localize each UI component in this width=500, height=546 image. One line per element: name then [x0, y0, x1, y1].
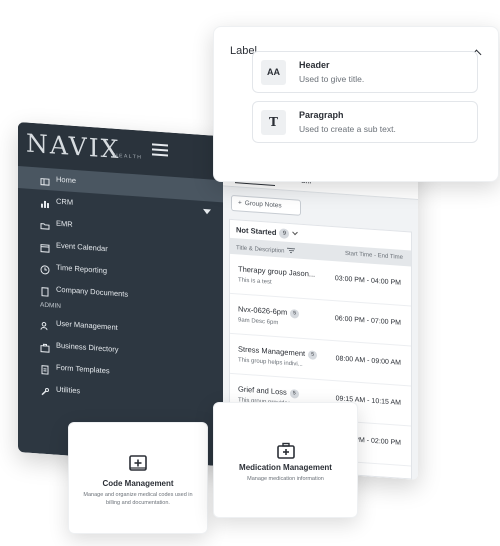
- label-option-header[interactable]: AA Header Used to give title.: [252, 51, 478, 93]
- folder-icon: [40, 218, 50, 230]
- code-management-card[interactable]: Code Management Manage and organize medi…: [68, 422, 208, 534]
- option-title: Header: [299, 60, 330, 70]
- document-icon: [40, 284, 50, 297]
- sidebar-item-label: Home: [56, 174, 77, 186]
- navix-logo: NAVIX: [26, 128, 121, 165]
- row-title: Therapy group Jason...: [238, 264, 316, 279]
- add-group-notes-label: Group Notes: [244, 199, 282, 210]
- row-title: Grief and Loss 5: [238, 384, 299, 399]
- add-group-notes-button[interactable]: + Group Notes: [231, 194, 301, 216]
- label-option-paragraph[interactable]: T Paragraph Used to create a sub text.: [252, 101, 478, 143]
- feature-title: Code Management: [102, 479, 174, 488]
- bar-chart-icon: [40, 196, 50, 209]
- member-count-badge: 5: [308, 350, 318, 360]
- briefcase-icon: [40, 340, 50, 353]
- sidebar: NAVIX HEALTH Home CRM EMR Event Calendar: [18, 122, 223, 467]
- sidebar-item-label: CRM: [56, 196, 74, 207]
- label-dropdown: Label AA Header Used to give title. T Pa…: [213, 26, 499, 182]
- option-title: Paragraph: [299, 110, 344, 120]
- feature-description: Manage medication information: [247, 476, 324, 482]
- sidebar-nav: Home CRM EMR Event Calendar Time Reporti…: [18, 166, 223, 412]
- code-book-icon: [128, 453, 148, 478]
- users-icon: [40, 318, 50, 331]
- plus-icon: +: [238, 199, 242, 207]
- row-time: 06:00 PM - 07:00 PM: [334, 315, 401, 327]
- row-title-text: Grief and Loss: [238, 384, 287, 397]
- filter-icon[interactable]: [287, 247, 296, 255]
- chevron-down-icon[interactable]: [203, 208, 211, 215]
- option-description: Used to create a sub text.: [299, 124, 396, 134]
- clock-icon: [40, 262, 50, 275]
- panel-title-text: Not Started: [236, 225, 277, 238]
- column-title-description[interactable]: Title & Description: [236, 243, 296, 255]
- row-description: This group helps indivi...: [238, 357, 303, 368]
- column-title-label: Title & Description: [236, 245, 285, 255]
- feature-title: Medication Management: [239, 463, 332, 472]
- medication-management-card[interactable]: Medication Management Manage medication …: [213, 402, 358, 518]
- row-description: 9am Desc 6pm: [238, 317, 279, 327]
- text-size-icon: AA: [261, 60, 286, 85]
- chevron-down-icon: [292, 229, 299, 236]
- form-icon: [40, 362, 50, 375]
- calendar-icon: [40, 240, 50, 253]
- member-count-badge: 5: [290, 309, 300, 319]
- feature-description: Manage and organize medical codes used i…: [83, 492, 193, 506]
- count-badge: 9: [279, 228, 290, 239]
- row-description: This is a test: [238, 277, 272, 286]
- column-start-end-time: Start Time - End Time: [344, 250, 403, 261]
- sidebar-item-label: EMR: [56, 218, 73, 229]
- panel-title: Not Started 9: [236, 225, 299, 239]
- row-title-text: Stress Management: [238, 344, 306, 359]
- row-time: 03:00 PM - 04:00 PM: [334, 275, 401, 287]
- row-time: 08:00 AM - 09:00 AM: [335, 355, 401, 367]
- option-description: Used to give title.: [299, 74, 365, 84]
- hamburger-menu-icon[interactable]: [152, 143, 168, 157]
- home-icon: [40, 174, 50, 186]
- wrench-icon: [40, 384, 50, 396]
- sidebar-item-label: Utilities: [56, 384, 81, 396]
- row-title: Nvx-0626-6pm 5: [238, 304, 300, 319]
- row-title-text: Nvx-0626-6pm: [238, 304, 288, 317]
- member-count-badge: 5: [289, 389, 299, 399]
- text-type-icon: T: [261, 110, 286, 135]
